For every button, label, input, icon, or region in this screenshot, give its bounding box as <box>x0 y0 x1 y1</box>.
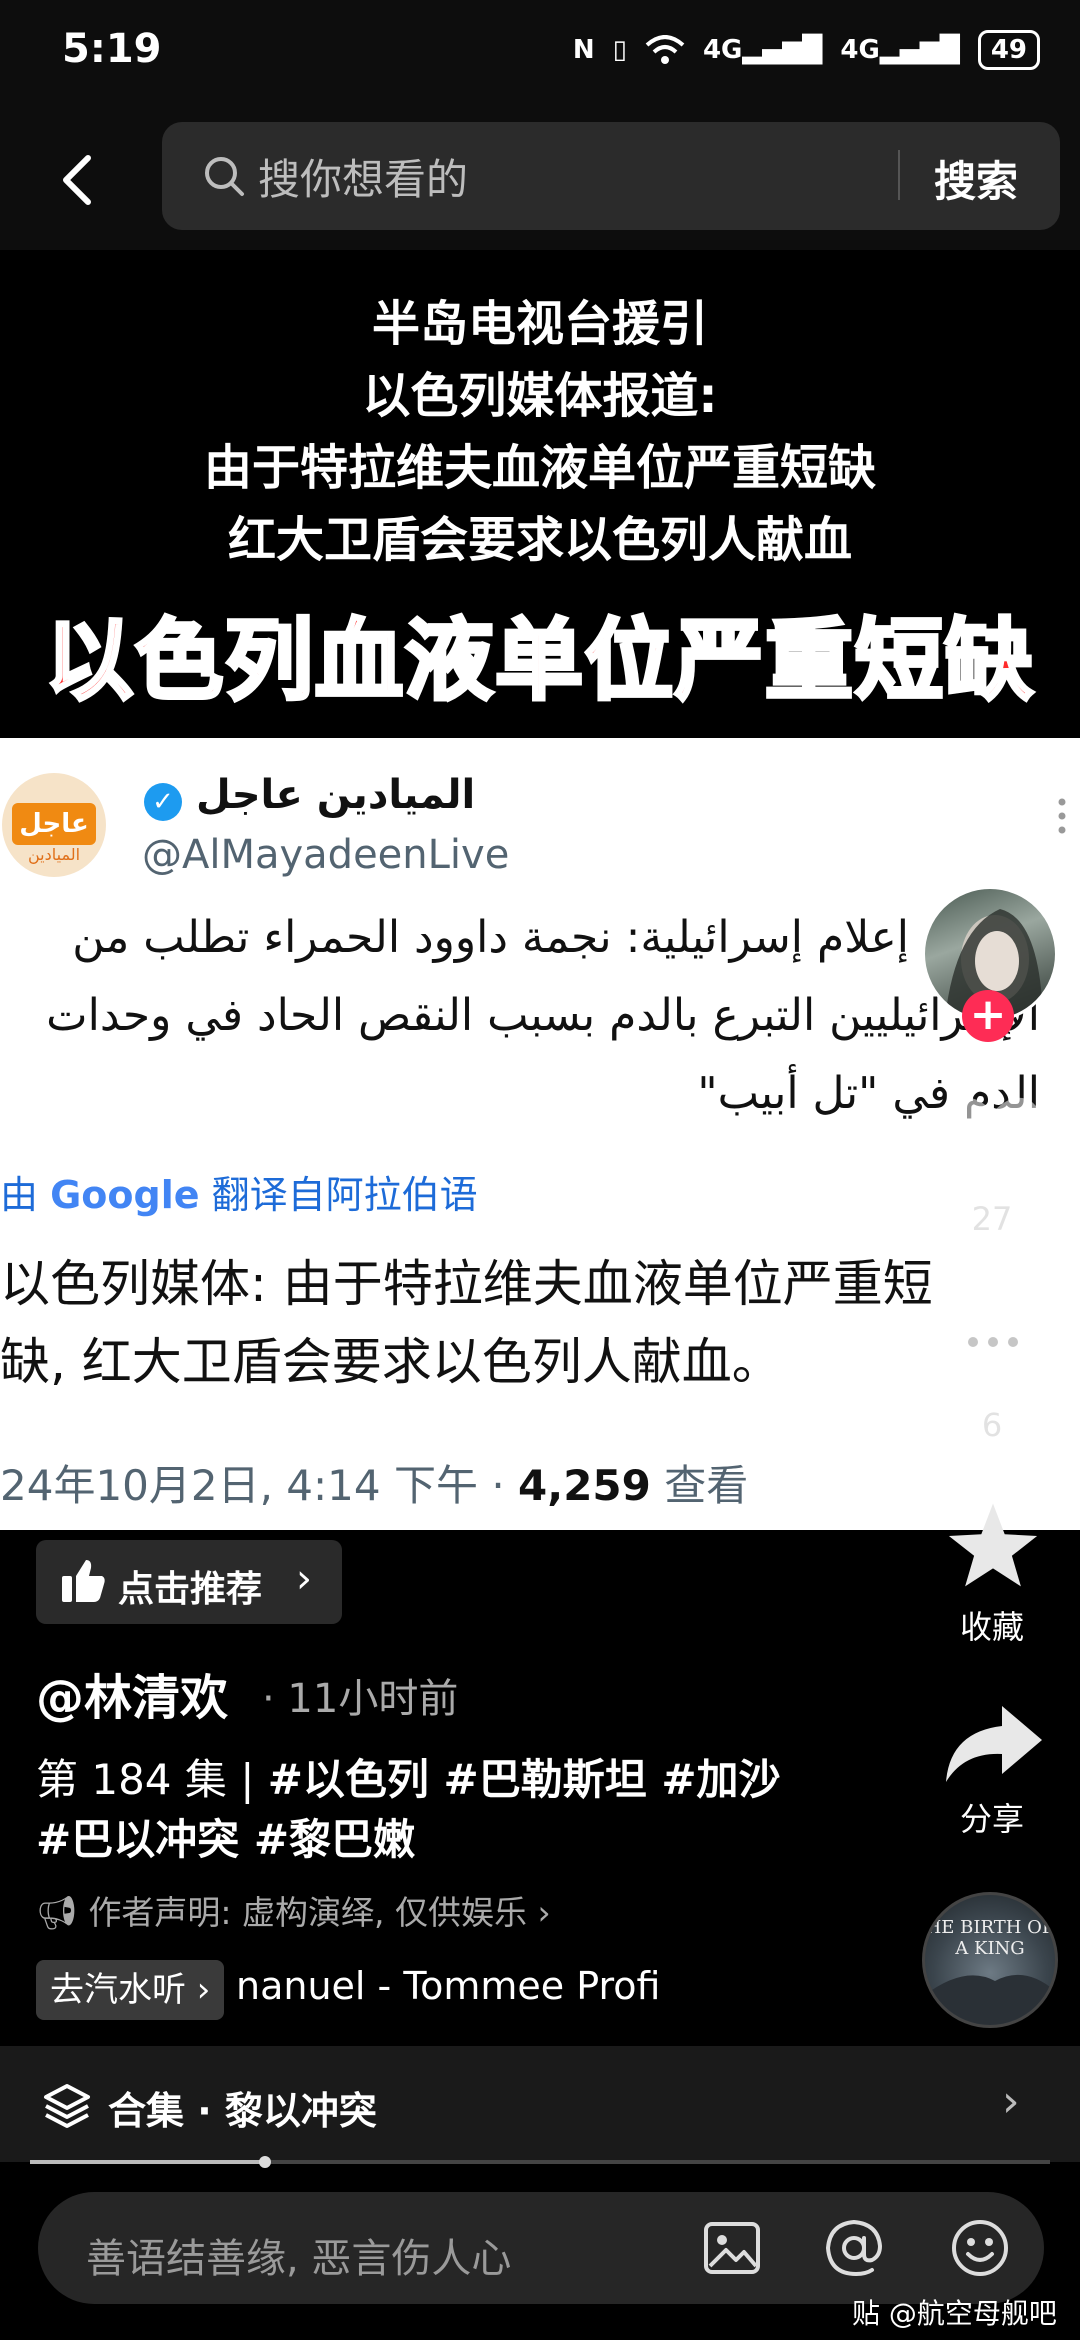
recommend-label: 点击推荐 <box>118 1569 263 1610</box>
comment-count: 6 <box>981 1406 1003 1444</box>
nfc-icon: N <box>572 35 595 65</box>
signal-icon-1: 4G▂▄▆█ <box>702 35 823 65</box>
author-name[interactable]: @林清欢 <box>36 1658 228 1728</box>
headline-line-4: 红大卫盾会要求以色列人献血 <box>227 512 852 568</box>
search-icon <box>205 157 244 196</box>
image-icon[interactable] <box>700 2216 764 2280</box>
chevron-right-icon: › <box>296 1556 312 1602</box>
status-time: 5:19 <box>62 26 162 72</box>
emoji-icon[interactable] <box>948 2216 1012 2280</box>
comment-icon[interactable] <box>938 1300 1048 1390</box>
layers-icon <box>44 2084 90 2128</box>
translation-prefix: 由 <box>0 1173 39 1217</box>
headline-line-2: 以色列媒体报道: <box>362 368 718 424</box>
headline-banner: 以色列血液单位严重短缺 <box>43 607 1035 714</box>
hashtags-line-2[interactable]: #巴以冲突 #黎巴嫩 <box>36 1815 415 1864</box>
wifi-icon <box>645 35 685 64</box>
follow-plus-button[interactable]: + <box>962 990 1014 1042</box>
tweet-views: 4,259 <box>518 1461 651 1510</box>
author-disclaimer[interactable]: 📢︎ 作者声明: 虚构演绎, 仅供娱乐 › <box>36 1886 551 1934</box>
tweet-avatar-logo: عاجل <box>12 803 96 845</box>
google-logo: Google <box>50 1173 200 1217</box>
back-icon[interactable] <box>50 150 110 210</box>
collect-label: 收藏 <box>959 1608 1024 1646</box>
tweet-arabic-line-3: الدم في "تل أبيب" <box>697 1068 1040 1119</box>
collection-label: 合集 · 黎以冲突 <box>108 2089 377 2133</box>
battery-icon: 49 <box>977 30 1040 70</box>
like-icon[interactable] <box>938 1090 1048 1180</box>
tweet-meta: 24年10月2日, 4:14 下午 · 4,259 查看 <box>0 1452 748 1513</box>
tweet-translated-line-2: 缺, 红大卫盾会要求以色列人献血。 <box>0 1333 782 1391</box>
headline-line-3: 由于特拉维夫血液单位严重短缺 <box>203 440 876 496</box>
episode-label: 第 184 集 | <box>36 1755 268 1804</box>
disc-cover-art <box>925 1974 1055 2025</box>
more-icon[interactable] <box>1052 796 1072 836</box>
hashtags-line-1[interactable]: #以色列 #巴勒斯坦 #加沙 <box>268 1755 781 1804</box>
comment-placeholder: 善语结善缘, 恶言伤人心 <box>86 2236 512 2282</box>
status-icons: N ▯ 4G▂▄▆█ 4G▂▄▆█ 49 <box>573 30 1040 70</box>
tweet-date: 24年10月2日, 4:14 下午 · <box>0 1461 519 1510</box>
search-divider <box>898 150 900 200</box>
like-count: 27 <box>971 1200 1013 1238</box>
tweet-translated-line-1: 以色列媒体: 由于特拉维夫血液单位严重短 <box>0 1255 933 1313</box>
music-title[interactable]: nanuel - Tommee Profi <box>236 1964 660 2008</box>
megaphone-icon: 📢︎ <box>36 1893 89 1932</box>
share-icon[interactable] <box>938 1700 1048 1790</box>
description-line-1: 第 184 集 | #以色列 #巴勒斯坦 #加沙 <box>36 1746 781 1807</box>
tweet-avatar: عاجل الميادين <box>2 773 106 877</box>
watermark: 贴 @航空母舰吧 <box>852 2297 1057 2330</box>
tweet-handle: @AlMayadeenLive <box>142 832 510 878</box>
translation-note[interactable]: 由 Google 翻译自阿拉伯语 <box>0 1164 478 1219</box>
translation-suffix: 翻译自阿拉伯语 <box>211 1173 478 1217</box>
music-tag-button[interactable]: 去汽水听 › <box>36 1960 225 2020</box>
music-disc[interactable]: HE BIRTH OF A KING <box>922 1892 1058 2028</box>
vibrate-icon: ▯ <box>612 35 627 65</box>
headline-line-1: 半岛电视台援引 <box>371 296 708 352</box>
signal-icon-2: 4G▂▄▆█ <box>840 35 960 65</box>
search-button[interactable]: 搜索 <box>934 148 1018 209</box>
tweet-account-name: الميادين عاجل <box>196 772 476 818</box>
tweet-arabic-line-1: وسائل إعلام إسرائيلية: نجمة داوود الحمرا… <box>72 912 1040 963</box>
chevron-right-icon: › <box>1002 2076 1020 2127</box>
mention-icon[interactable] <box>822 2216 886 2280</box>
description-line-2: #巴以冲突 #黎巴嫩 <box>36 1806 415 1867</box>
tweet-arabic-line-2: الإسرائيليين التبرع بالدم بسبب النقص الح… <box>46 990 1040 1041</box>
star-icon[interactable] <box>938 1500 1048 1590</box>
tweet-avatar-sub: الميادين <box>27 845 81 864</box>
video-progress-knob[interactable] <box>258 2156 271 2168</box>
disclaimer-text: 作者声明: 虚构演绎, 仅供娱乐 › <box>88 1893 551 1932</box>
tweet-views-label: 查看 <box>650 1461 749 1510</box>
share-label: 分享 <box>959 1800 1024 1838</box>
video-progress-fill <box>30 2160 265 2164</box>
thumbs-up-icon <box>62 1560 105 1602</box>
verified-icon: ✓ <box>144 783 182 821</box>
search-placeholder: 搜你想看的 <box>258 155 469 204</box>
post-time: · 11小时前 <box>262 1676 459 1722</box>
